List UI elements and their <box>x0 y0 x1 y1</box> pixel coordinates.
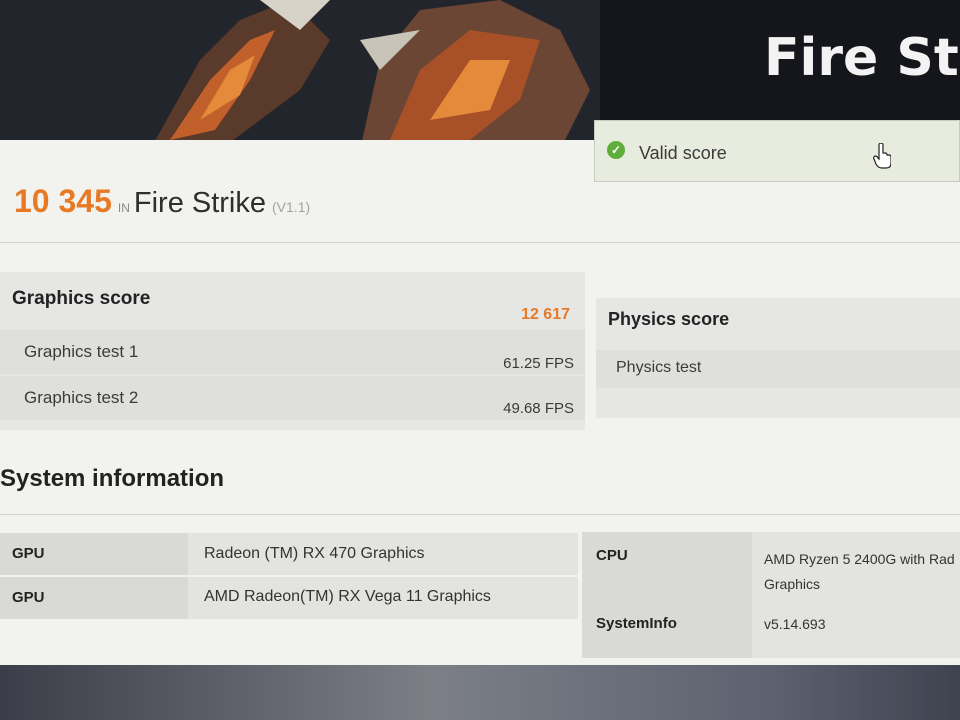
graphics-test-value: 49.68 FPS <box>503 400 574 417</box>
system-info-value: Radeon (TM) RX 470 Graphics <box>204 545 425 562</box>
benchmark-name: Fire Strike <box>133 187 267 219</box>
system-info-key: GPU <box>12 589 45 606</box>
overall-score: 10 345 IN Fire Strike (V1.1) <box>14 183 310 220</box>
graphics-test-label: Graphics test 2 <box>24 388 139 407</box>
system-info-key: SystemInfo <box>596 615 677 632</box>
overall-score-value: 10 345 <box>14 183 112 219</box>
system-info-value: Graphics <box>764 576 821 592</box>
physics-score-title: Physics score <box>608 309 730 329</box>
score-in-label: IN <box>117 201 130 215</box>
system-info-value: AMD Radeon(TM) RX Vega 11 Graphics <box>204 588 491 605</box>
hand-cursor-icon <box>873 143 891 169</box>
graphics-score-title: Graphics score <box>12 288 151 309</box>
graphics-test-value: 61.25 FPS <box>503 355 574 372</box>
section-divider <box>0 514 960 515</box>
system-info-title: System information <box>0 465 225 492</box>
valid-score-label: Valid score <box>639 143 727 163</box>
background-desk <box>0 660 960 720</box>
benchmark-version: (V1.1) <box>272 199 311 215</box>
physics-test-label: Physics test <box>616 359 702 376</box>
section-divider <box>0 242 960 243</box>
system-info-value: v5.14.693 <box>764 616 826 632</box>
check-circle-icon: ✓ <box>607 141 625 159</box>
graphics-score-value: 12 617 <box>521 306 570 323</box>
system-info-value: AMD Ryzen 5 2400G with Rad <box>764 551 955 567</box>
graphics-test-label: Graphics test 1 <box>24 342 139 361</box>
valid-score-banner[interactable]: ✓ Valid score <box>594 120 960 182</box>
system-info-key: GPU <box>12 545 45 562</box>
hero-title: Fire Strike <box>764 28 960 88</box>
system-info-key: CPU <box>596 547 628 564</box>
